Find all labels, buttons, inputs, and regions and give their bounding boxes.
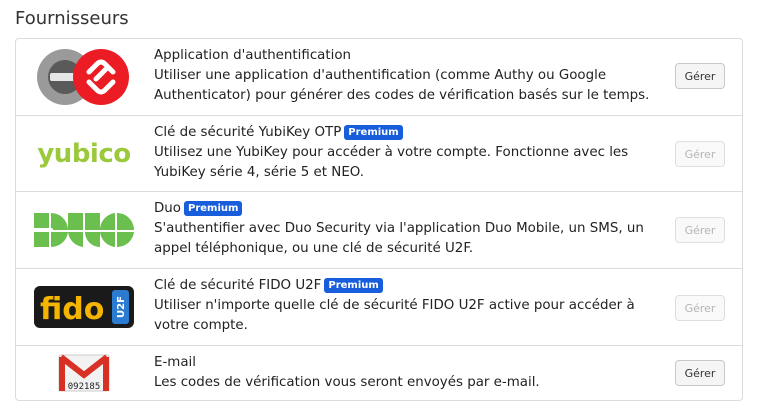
manage-authenticator-button[interactable]: Gérer	[675, 63, 725, 89]
gmail-code-text: 092185	[68, 382, 101, 392]
manage-fido-button[interactable]: Gérer	[675, 295, 725, 321]
provider-text: Clé de sécurité YubiKey OTP Premium Utili…	[154, 123, 664, 183]
svg-text:fido: fido	[40, 292, 104, 327]
provider-description: S'authentifier avec Duo Security via l'a…	[154, 221, 644, 256]
fido-u2f-logo: fido U2F	[16, 269, 152, 345]
provider-row-authenticator: Application d'authentification Utiliser …	[16, 39, 742, 115]
provider-name-line: Clé de sécurité YubiKey OTP Premium	[154, 123, 664, 143]
provider-name: E-mail	[154, 355, 196, 370]
provider-text: Clé de sécurité FIDO U2F Premium Utiliser…	[154, 276, 664, 336]
authenticator-app-icon	[16, 39, 152, 115]
provider-text: Duo Premium S'authentifier avec Duo Secur…	[154, 199, 664, 259]
premium-badge: Premium	[184, 201, 243, 216]
provider-row-yubikey: yubico Clé de sécurité YubiKey OTP Premiu…	[16, 115, 742, 191]
manage-duo-button[interactable]: Gérer	[675, 217, 725, 243]
provider-description: Utiliser une application d'authentificat…	[154, 68, 650, 103]
provider-name-line: Duo Premium	[154, 199, 664, 219]
provider-row-duo: Duo Premium S'authentifier avec Duo Secur…	[16, 191, 742, 268]
manage-email-button[interactable]: Gérer	[675, 360, 725, 386]
provider-description: Utiliser n'importe quelle clé de sécurit…	[154, 298, 635, 333]
manage-yubikey-button[interactable]: Gérer	[675, 141, 725, 167]
yubico-logo-text: yubico	[37, 138, 131, 169]
provider-name: Duo	[154, 201, 181, 216]
premium-badge: Premium	[324, 278, 383, 293]
provider-description: Les codes de vérification vous seront en…	[154, 375, 540, 390]
provider-row-fido-u2f: fido U2F Clé de sécurité FIDO U2F Premium…	[16, 268, 742, 345]
provider-list: Application d'authentification Utiliser …	[15, 38, 743, 401]
section-title: Fournisseurs	[15, 8, 129, 29]
svg-text:U2F: U2F	[116, 296, 127, 318]
yubico-logo: yubico	[16, 116, 152, 191]
provider-name-line: Clé de sécurité FIDO U2F Premium	[154, 276, 664, 296]
provider-text: Application d'authentification Utiliser …	[154, 46, 664, 106]
provider-description: Utilisez une YubiKey pour accéder à votr…	[154, 145, 629, 180]
provider-name: Clé de sécurité FIDO U2F	[154, 278, 322, 293]
provider-row-email: 092185 E-mail Les codes de vérification …	[16, 345, 742, 400]
duo-logo	[16, 192, 152, 268]
provider-name: Application d'authentification	[154, 48, 352, 63]
provider-text: E-mail Les codes de vérification vous se…	[154, 353, 664, 393]
gmail-envelope-icon: 092185	[16, 346, 152, 400]
premium-badge: Premium	[344, 125, 403, 140]
provider-name: Clé de sécurité YubiKey OTP	[154, 125, 342, 140]
